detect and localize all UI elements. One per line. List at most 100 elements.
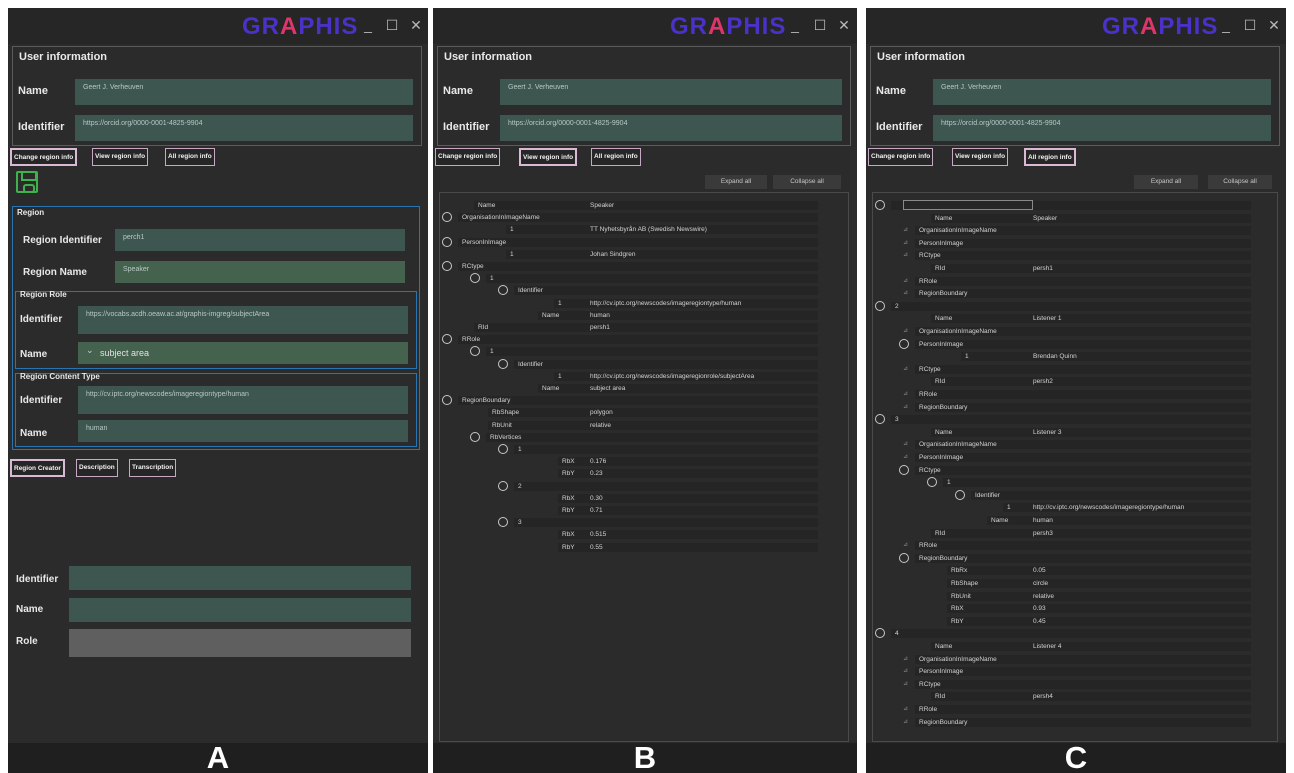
creator-role-field[interactable] — [69, 629, 411, 657]
tree-row[interactable]: 2 — [873, 300, 1277, 312]
tree-row[interactable]: 2 — [440, 480, 848, 492]
expand-node-icon[interactable] — [498, 285, 508, 296]
tree-value: http://cv.iptc.org/newscodes/imageregion… — [590, 299, 742, 307]
expand-node-icon[interactable] — [442, 212, 452, 223]
tree-filter-input[interactable] — [903, 200, 1033, 210]
tree-value: 0.05 — [1033, 567, 1046, 575]
tree-row[interactable]: PersonInImage — [440, 236, 848, 248]
expand-node-icon[interactable] — [955, 489, 965, 500]
tab-change-region-info[interactable]: Change region info — [10, 148, 78, 166]
tree-key: RRole — [919, 391, 938, 398]
expand-node-icon[interactable] — [927, 477, 937, 488]
identifier-field[interactable]: https://orcid.org/0000-0001-4825-9904 — [933, 115, 1271, 141]
tree-row[interactable]: Identifier — [440, 358, 848, 370]
tree-row[interactable]: RRole — [440, 334, 848, 345]
expand-node-icon[interactable] — [442, 334, 452, 345]
role-identifier-field[interactable]: https://vocabs.acdh.oeaw.ac.at/graphis-i… — [78, 306, 408, 334]
tree-row-background — [971, 490, 1251, 500]
tree-row[interactable]: 3 — [873, 414, 1277, 425]
tree-value: relative — [590, 421, 611, 429]
expand-node-icon[interactable] — [875, 414, 885, 425]
maximize-icon[interactable]: ☐ — [812, 17, 828, 34]
expand-node-icon[interactable] — [470, 431, 480, 442]
name-field[interactable]: Geert J. Verheuven — [933, 79, 1271, 105]
expand-node-icon[interactable] — [498, 517, 508, 528]
tree-row[interactable]: RegionBoundary — [440, 395, 848, 406]
tree-key: 1 — [558, 299, 562, 307]
expand-node-icon[interactable] — [442, 236, 452, 247]
minimize-icon[interactable]: _ — [787, 17, 803, 33]
expand-node-icon[interactable] — [875, 300, 885, 311]
tab-change-region-info[interactable]: Change region info — [868, 148, 934, 166]
expand-node-icon[interactable] — [442, 395, 452, 406]
identifier-field[interactable]: https://orcid.org/0000-0001-4825-9904 — [500, 115, 842, 141]
name-field[interactable]: Geert J. Verheuven — [75, 79, 413, 105]
tree-row[interactable]: 3 — [440, 517, 848, 528]
expand-node-icon[interactable] — [442, 261, 452, 271]
expand-node-icon[interactable] — [899, 464, 909, 475]
tree-value: Brendan Quinn — [1033, 353, 1077, 361]
minimize-icon[interactable]: _ — [1218, 17, 1234, 33]
collapse-all-button[interactable]: Collapse all — [773, 175, 841, 189]
region-identifier-field[interactable]: perch1 — [115, 229, 405, 251]
expand-node-icon[interactable] — [899, 338, 909, 349]
content-name-field[interactable]: human — [78, 420, 408, 442]
close-icon[interactable]: ✕ — [836, 17, 852, 34]
tree-row[interactable]: 1 — [873, 477, 1277, 488]
tree-row[interactable]: RCtype — [440, 261, 848, 272]
maximize-icon[interactable]: ☐ — [1242, 17, 1258, 34]
creator-name-field[interactable] — [69, 598, 411, 622]
leaf-indicator-icon: ⊿ — [903, 328, 909, 334]
name-field[interactable]: Geert J. Verheuven — [500, 79, 842, 105]
expand-all-button[interactable]: Expand all — [705, 175, 767, 189]
region-name-field[interactable]: Speaker — [115, 261, 405, 283]
collapse-all-button[interactable]: Collapse all — [1208, 175, 1272, 189]
tab-view-region-info[interactable]: View region info — [519, 148, 578, 166]
tree-row[interactable]: Identifier — [440, 285, 848, 296]
expand-node-icon[interactable] — [899, 552, 909, 563]
leaf-indicator-icon: ⊿ — [903, 252, 909, 259]
tree-row[interactable]: 1 — [440, 346, 848, 357]
content-identifier-field[interactable]: http://cv.iptc.org/newscodes/imageregion… — [78, 386, 408, 414]
expand-node-icon[interactable] — [498, 358, 508, 369]
expand-node-icon[interactable] — [470, 273, 480, 284]
creator-identifier-field[interactable] — [69, 566, 411, 590]
tree-row[interactable]: 1 — [440, 273, 848, 284]
tab-view-region-info[interactable]: View region info — [92, 148, 149, 166]
tab-region-creator[interactable]: Region Creator — [10, 459, 65, 477]
minimize-icon[interactable]: _ — [360, 17, 376, 33]
expand-all-button[interactable]: Expand all — [1134, 175, 1198, 189]
tree-row[interactable]: Identifier — [873, 489, 1277, 501]
identifier-field[interactable]: https://orcid.org/0000-0001-4825-9904 — [75, 115, 413, 141]
tree-key: Name — [542, 385, 560, 392]
expand-node-icon[interactable] — [470, 346, 480, 357]
tree-row[interactable]: RbVertices — [440, 431, 848, 443]
save-icon[interactable] — [16, 171, 38, 193]
tab-view-region-info[interactable]: View region info — [952, 148, 1009, 166]
tree-row[interactable]: 1 — [440, 444, 848, 455]
expand-node-icon[interactable] — [875, 200, 885, 210]
tree-row[interactable]: RCtype — [873, 464, 1277, 476]
tab-description[interactable]: Description — [76, 459, 118, 477]
tab-all-region-info[interactable]: All region info — [165, 148, 215, 166]
expand-node-icon[interactable] — [498, 444, 508, 454]
tab-change-region-info[interactable]: Change region info — [435, 148, 501, 166]
tree-row-background — [458, 396, 818, 406]
expand-node-icon[interactable] — [875, 628, 885, 639]
close-icon[interactable]: ✕ — [1266, 17, 1282, 34]
tree-row[interactable]: 4 — [873, 628, 1277, 639]
role-name-dropdown[interactable]: subject area — [78, 342, 408, 364]
tree-row[interactable]: RegionBoundary — [873, 552, 1277, 564]
tree-row[interactable] — [873, 200, 1277, 211]
expand-node-icon[interactable] — [498, 480, 508, 491]
title-bar: GRAPHIS _ ☐ ✕ — [8, 8, 428, 44]
identifier-label: Identifier — [443, 121, 490, 133]
close-icon[interactable]: ✕ — [408, 17, 424, 34]
tree-row[interactable]: OrganisationInImageName — [440, 212, 848, 223]
tree-row-background — [486, 432, 818, 442]
tab-transcription[interactable]: Transcription — [129, 459, 177, 477]
tab-all-region-info[interactable]: All region info — [1024, 148, 1076, 166]
maximize-icon[interactable]: ☐ — [384, 17, 400, 34]
tab-all-region-info[interactable]: All region info — [591, 148, 641, 166]
tree-row[interactable]: PersonInImage — [873, 338, 1277, 350]
